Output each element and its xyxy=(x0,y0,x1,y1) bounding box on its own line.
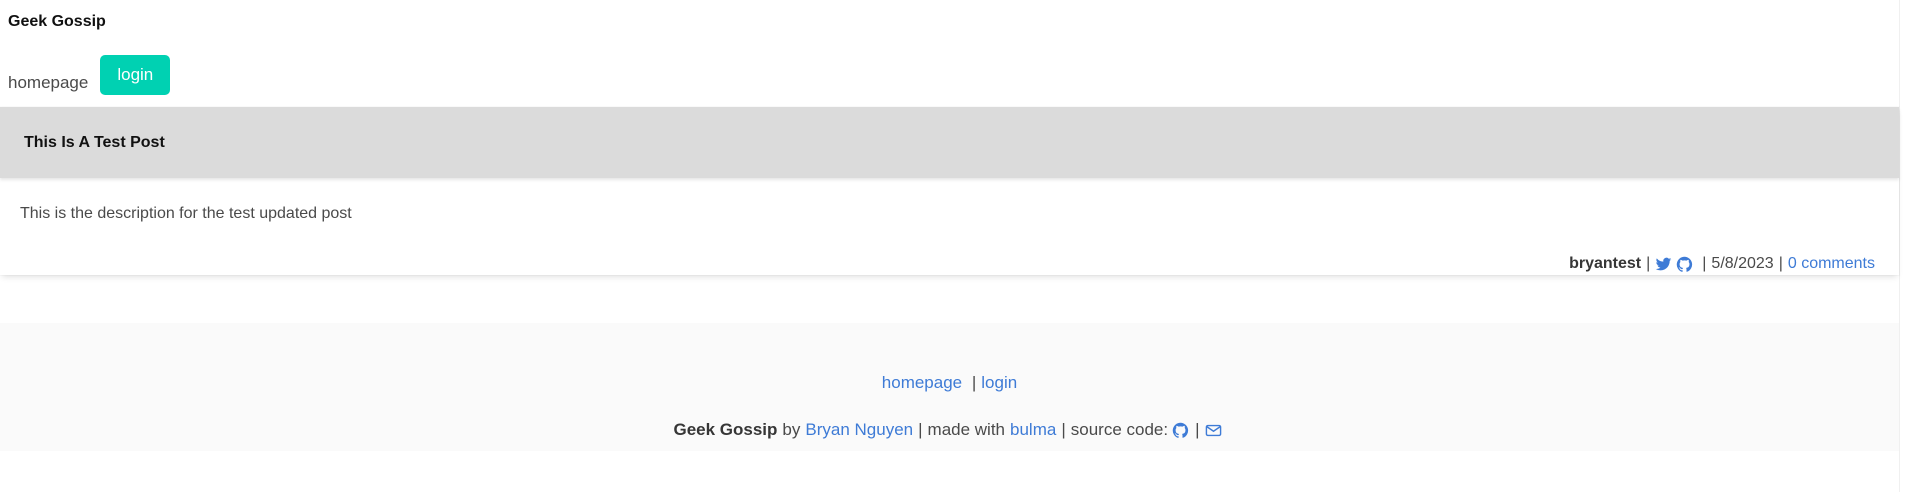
top-nav: homepage login xyxy=(8,55,171,95)
footer-site-name: Geek Gossip xyxy=(673,420,778,439)
separator: | xyxy=(918,420,923,439)
post-title[interactable]: This Is A Test Post xyxy=(24,134,165,152)
footer: homepage | login Geek Gossip by Bryan Ngu… xyxy=(0,323,1899,451)
separator: | xyxy=(971,373,977,392)
footer-credits: Geek Gossip by Bryan Nguyen | made with … xyxy=(0,420,1899,440)
author-link[interactable]: Bryan Nguyen xyxy=(805,420,913,440)
page-scrollbar[interactable] xyxy=(1899,0,1911,492)
bulma-link[interactable]: bulma xyxy=(1010,420,1056,440)
comments-link[interactable]: 0 comments xyxy=(1788,255,1875,273)
footer-homepage-link[interactable]: homepage xyxy=(882,373,962,392)
post-description: This is the description for the test upd… xyxy=(20,205,352,222)
post-card-header: This Is A Test Post xyxy=(0,107,1899,178)
footer-login-link[interactable]: login xyxy=(981,373,1017,392)
github-icon[interactable] xyxy=(1172,422,1189,439)
made-with-text: made with xyxy=(927,420,1006,439)
footer-links: homepage | login xyxy=(0,373,1899,393)
nav-homepage-link[interactable]: homepage xyxy=(8,73,88,93)
post-card: This Is A Test Post This is the descript… xyxy=(0,107,1899,275)
footer-by-text: by xyxy=(782,420,801,439)
post-author: bryantest xyxy=(1569,255,1642,272)
post-meta: bryantest | | 5/8/2023 | 0 comments xyxy=(1569,255,1875,273)
twitter-icon[interactable] xyxy=(1655,256,1672,273)
separator: | xyxy=(1195,420,1200,439)
login-button[interactable]: login xyxy=(100,55,171,95)
github-icon[interactable] xyxy=(1676,256,1693,273)
separator: | xyxy=(1702,255,1707,272)
envelope-icon[interactable] xyxy=(1205,422,1222,439)
separator: | xyxy=(1646,255,1651,272)
site-title: Geek Gossip xyxy=(8,13,106,30)
source-code-text: source code: xyxy=(1070,420,1169,439)
separator: | xyxy=(1061,420,1066,439)
separator: | xyxy=(1778,255,1783,272)
post-date: 5/8/2023 xyxy=(1711,255,1774,272)
